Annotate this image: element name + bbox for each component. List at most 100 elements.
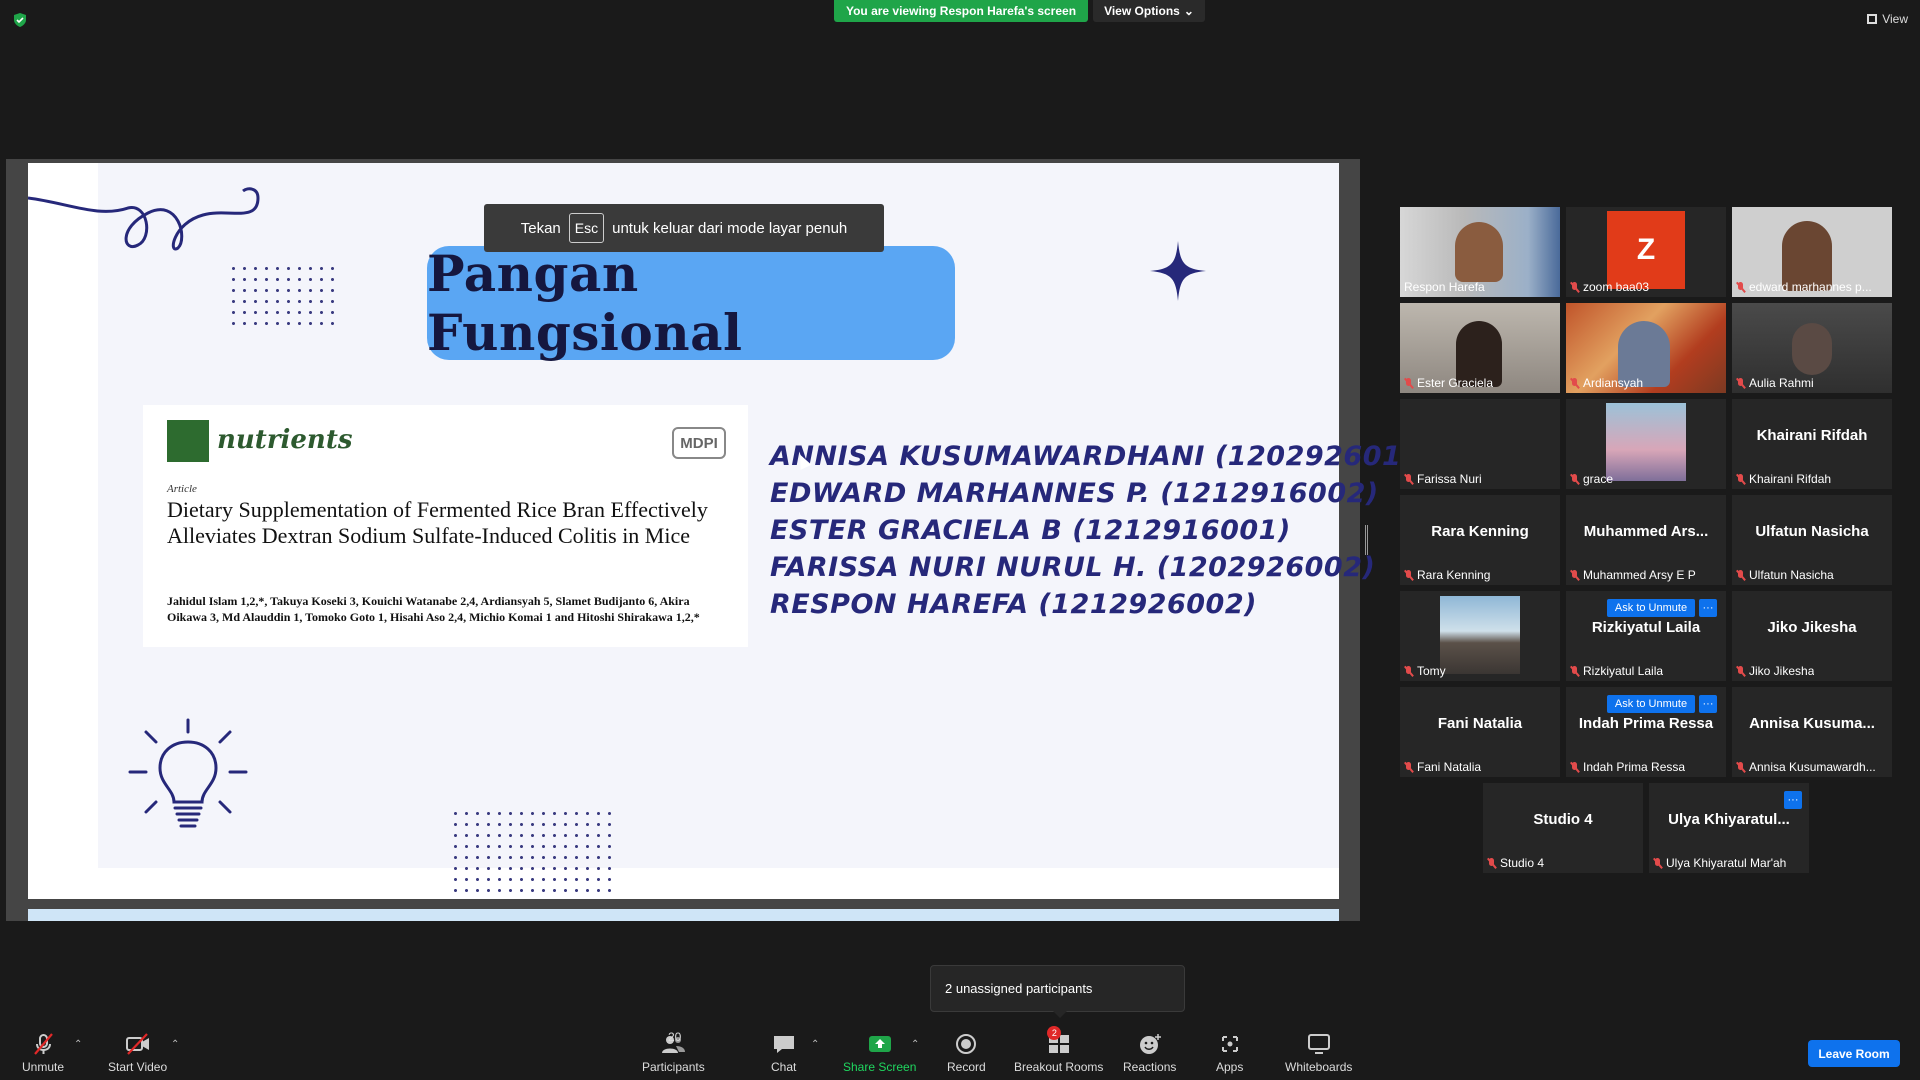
- participant-label: Khairani Rifdah: [1736, 472, 1831, 486]
- audio-options-caret-icon[interactable]: ⌃: [74, 1039, 82, 1050]
- participants-label: Participants: [642, 1060, 705, 1074]
- chat-label: Chat: [771, 1060, 797, 1074]
- participant-name: Studio 4: [1500, 856, 1545, 870]
- group-members-list: ANNISA KUSUMAWARDHANI (1202926015) EDWAR…: [770, 438, 1433, 623]
- share-options-caret-icon[interactable]: ⌃: [911, 1039, 919, 1050]
- participant-tile[interactable]: Ulfatun Nasicha Ulfatun Nasicha: [1732, 495, 1892, 585]
- member-name: RESPON HAREFA (1212926002): [770, 589, 1257, 620]
- participant-tile[interactable]: Fani Natalia Fani Natalia: [1400, 687, 1560, 777]
- participant-avatar-photo: [1606, 403, 1686, 481]
- participant-tile[interactable]: edward marhannes p...: [1732, 207, 1892, 297]
- participant-avatar-photo: [1440, 596, 1520, 674]
- participant-name: Tomy: [1417, 664, 1446, 678]
- ask-to-unmute-button[interactable]: Ask to Unmute: [1607, 695, 1695, 713]
- unmute-label: Unmute: [22, 1060, 65, 1074]
- participant-name: Ulfatun Nasicha: [1749, 568, 1834, 582]
- participant-tile[interactable]: grace: [1566, 399, 1726, 489]
- leave-room-button[interactable]: Leave Room: [1808, 1040, 1900, 1067]
- participant-name: Fani Natalia: [1417, 760, 1482, 774]
- dot-pattern: [450, 808, 615, 896]
- participant-label: Indah Prima Ressa: [1570, 760, 1685, 774]
- chat-button[interactable]: Chat: [771, 1033, 796, 1074]
- participant-tile-active-speaker[interactable]: Ardiansyah: [1566, 303, 1726, 393]
- participant-name: Farissa Nuri: [1417, 472, 1482, 486]
- participant-avatar: Z: [1607, 211, 1685, 289]
- mdpi-logo: MDPI: [672, 427, 726, 459]
- participant-display-name: Ulya Khiyaratul...: [1668, 811, 1790, 828]
- whiteboards-button[interactable]: Whiteboards: [1285, 1033, 1352, 1074]
- view-button[interactable]: View: [1867, 12, 1908, 26]
- view-label: View: [1882, 12, 1908, 26]
- share-screen-button[interactable]: Share Screen: [843, 1033, 916, 1074]
- participant-tile[interactable]: Jiko Jikesha Jiko Jikesha: [1732, 591, 1892, 681]
- reactions-button[interactable]: Reactions: [1123, 1033, 1176, 1074]
- view-options-button[interactable]: View Options ⌄: [1093, 0, 1205, 22]
- unmute-button[interactable]: Unmute: [22, 1033, 64, 1074]
- participant-name: zoom baa03: [1583, 280, 1650, 294]
- participant-label: zoom baa03: [1570, 280, 1649, 294]
- participant-tile[interactable]: Tomy: [1400, 591, 1560, 681]
- chevron-down-icon: ⌄: [1183, 4, 1194, 18]
- muted-mic-icon: [1570, 281, 1579, 293]
- muted-mic-icon: [1570, 569, 1579, 581]
- slide-title-box: Pangan Fungsional: [427, 244, 955, 362]
- more-options-button[interactable]: ···: [1784, 791, 1802, 809]
- participant-tile[interactable]: Rara Kenning Rara Kenning: [1400, 495, 1560, 585]
- shield-icon[interactable]: [12, 12, 28, 28]
- member-name: ANNISA KUSUMAWARDHANI (1202926015): [770, 441, 1434, 472]
- participant-display-name: Khairani Rifdah: [1756, 427, 1868, 444]
- fullscreen-tip: Tekan Esc untuk keluar dari mode layar p…: [484, 204, 884, 252]
- participant-tile[interactable]: ··· Ulya Khiyaratul... Ulya Khiyaratul M…: [1649, 783, 1809, 873]
- participant-name: Indah Prima Ressa: [1583, 760, 1686, 774]
- chat-options-caret-icon[interactable]: ⌃: [811, 1039, 819, 1050]
- participant-label: Ester Graciela: [1404, 376, 1493, 390]
- splitter-handle[interactable]: [1365, 525, 1368, 555]
- muted-mic-icon: [1736, 281, 1745, 293]
- participant-tile[interactable]: Ester Graciela: [1400, 303, 1560, 393]
- participant-tile[interactable]: Farissa Nuri: [1400, 399, 1560, 489]
- participant-name: Rara Kenning: [1417, 568, 1491, 582]
- muted-mic-icon: [1404, 665, 1413, 677]
- breakout-rooms-button[interactable]: 2 Breakout Rooms: [1014, 1026, 1103, 1074]
- participant-display-name: Indah Prima Ressa: [1578, 715, 1714, 732]
- participant-tile[interactable]: Annisa Kusuma... Annisa Kusumawardh...: [1732, 687, 1892, 777]
- participant-tile[interactable]: Respon Harefa: [1400, 207, 1560, 297]
- more-options-button[interactable]: ···: [1699, 695, 1717, 713]
- participant-name: Muhammed Arsy E P: [1583, 568, 1696, 582]
- participant-label: Ulya Khiyaratul Mar'ah: [1653, 856, 1786, 870]
- star-decoration: [1150, 241, 1206, 301]
- video-options-caret-icon[interactable]: ⌃: [171, 1039, 179, 1050]
- unassigned-participants-tooltip[interactable]: 2 unassigned participants: [930, 965, 1185, 1018]
- muted-mic-icon: [1736, 377, 1745, 389]
- start-video-button[interactable]: Start Video: [108, 1033, 167, 1074]
- participant-name: grace: [1583, 472, 1614, 486]
- whiteboard-icon: [1307, 1034, 1330, 1054]
- participant-tile[interactable]: Aulia Rahmi: [1732, 303, 1892, 393]
- participant-tile[interactable]: Khairani Rifdah Khairani Rifdah: [1732, 399, 1892, 489]
- record-icon: [956, 1034, 977, 1054]
- participants-button[interactable]: 20 Participants: [642, 1030, 705, 1074]
- journal-name: nutrients: [217, 425, 353, 455]
- apps-button[interactable]: Apps: [1216, 1033, 1243, 1074]
- participant-tile[interactable]: Ask to Unmute ··· Rizkiyatul Laila Rizki…: [1566, 591, 1726, 681]
- muted-mic-icon: [1404, 473, 1413, 485]
- ask-to-unmute-button[interactable]: Ask to Unmute: [1607, 599, 1695, 617]
- record-button[interactable]: Record: [947, 1033, 986, 1074]
- member-name: FARISSA NURI NURUL H. (1202926002): [770, 552, 1376, 583]
- participant-name: Respon Harefa: [1404, 280, 1485, 294]
- participant-face: [1455, 222, 1503, 282]
- participant-name: Annisa Kusumawardh...: [1749, 760, 1876, 774]
- participant-display-name: Muhammed Ars...: [1583, 523, 1709, 540]
- participant-tile[interactable]: Z zoom baa03: [1566, 207, 1726, 297]
- participant-label: Muhammed Arsy E P: [1570, 568, 1696, 582]
- more-options-button[interactable]: ···: [1699, 599, 1717, 617]
- participant-tile[interactable]: Studio 4 Studio 4: [1483, 783, 1643, 873]
- zoom-meeting-window: You are viewing Respon Harefa's screen V…: [0, 0, 1920, 1080]
- participant-name: Aulia Rahmi: [1749, 376, 1814, 390]
- participant-display-name: Ulfatun Nasicha: [1755, 523, 1869, 540]
- participant-tile[interactable]: Ask to Unmute ··· Indah Prima Ressa Inda…: [1566, 687, 1726, 777]
- muted-mic-icon: [1570, 761, 1579, 773]
- participant-label: Aulia Rahmi: [1736, 376, 1814, 390]
- video-off-icon: [125, 1033, 149, 1055]
- participant-tile[interactable]: Muhammed Ars... Muhammed Arsy E P: [1566, 495, 1726, 585]
